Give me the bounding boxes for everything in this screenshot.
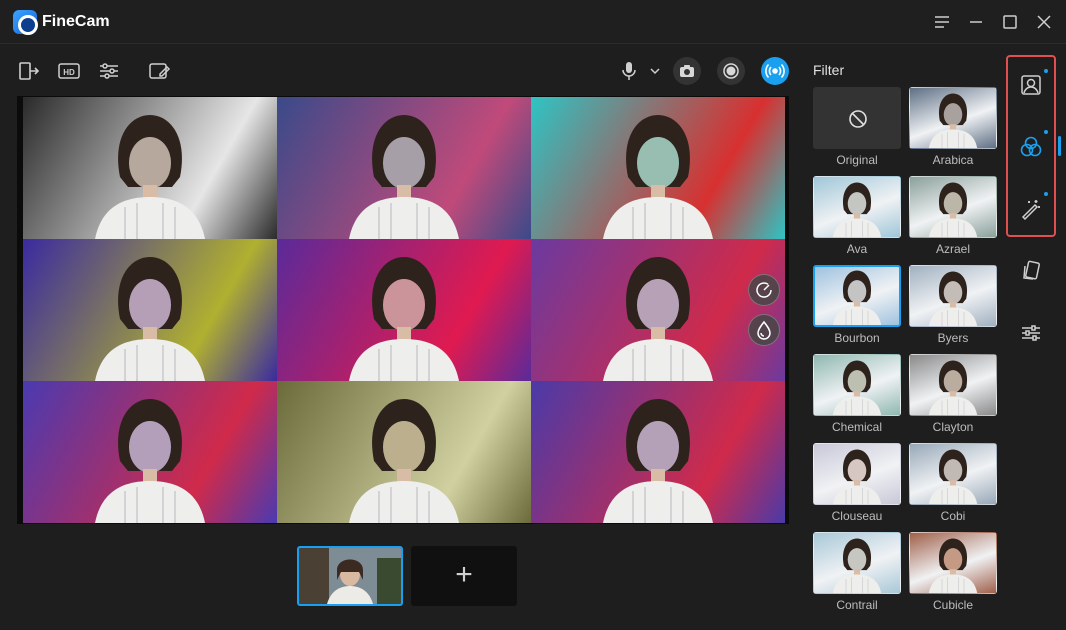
drop-icon[interactable] bbox=[748, 314, 780, 346]
filter-thumbnail bbox=[909, 443, 997, 505]
filter-item-cobi[interactable]: Cobi bbox=[909, 443, 999, 523]
filter-thumbnail bbox=[813, 87, 901, 149]
filter-thumbnail bbox=[909, 87, 997, 149]
scene-thumbnail[interactable] bbox=[297, 546, 403, 606]
filter-thumbnail bbox=[909, 265, 997, 327]
filter-label: Cobi bbox=[940, 509, 966, 523]
adjust-icon[interactable] bbox=[96, 58, 122, 84]
cards-icon[interactable] bbox=[1018, 258, 1044, 284]
filter-item-clayton[interactable]: Clayton bbox=[909, 354, 999, 434]
filter-item-bourbon[interactable]: Bourbon bbox=[813, 265, 903, 345]
record-icon[interactable] bbox=[717, 57, 745, 85]
filter-thumbnail bbox=[813, 532, 901, 594]
filter-preview-person bbox=[827, 446, 887, 504]
filter-icon[interactable] bbox=[1018, 134, 1044, 160]
filter-label: Arabica bbox=[932, 153, 974, 167]
person-image bbox=[85, 107, 215, 239]
preview-cell bbox=[277, 239, 531, 381]
chevron-down-icon[interactable] bbox=[642, 58, 660, 84]
preview-cell bbox=[531, 381, 785, 523]
hd-icon[interactable]: HD bbox=[56, 58, 82, 84]
filter-panel-title: Filter bbox=[813, 62, 845, 78]
filter-preview-person bbox=[923, 90, 983, 148]
filter-label: Clayton bbox=[932, 420, 974, 434]
person-image bbox=[593, 107, 723, 239]
filter-item-azrael[interactable]: Azrael bbox=[909, 176, 999, 256]
filter-item-byers[interactable]: Byers bbox=[909, 265, 999, 345]
filter-preview-person bbox=[827, 535, 887, 593]
exit-icon[interactable] bbox=[16, 58, 42, 84]
sliders-icon[interactable] bbox=[1018, 320, 1044, 346]
filter-thumbnail bbox=[813, 265, 901, 327]
maximize-button[interactable] bbox=[1000, 12, 1020, 32]
svg-text:HD: HD bbox=[63, 68, 75, 77]
filter-label: Original bbox=[836, 153, 878, 167]
menu-icon[interactable] bbox=[932, 12, 952, 32]
person-image bbox=[593, 391, 723, 523]
erase-icon[interactable] bbox=[146, 58, 172, 84]
filter-preview-person bbox=[827, 267, 887, 325]
magic-wand-icon[interactable] bbox=[1018, 196, 1044, 222]
person-image bbox=[85, 391, 215, 523]
person-image bbox=[85, 249, 215, 381]
title-bar: FineCam bbox=[0, 0, 1066, 44]
filter-preview-person bbox=[827, 357, 887, 415]
filter-thumbnail bbox=[909, 354, 997, 416]
active-tab-indicator bbox=[1058, 136, 1061, 156]
filter-thumbnail bbox=[813, 354, 901, 416]
filter-item-cubicle[interactable]: Cubicle bbox=[909, 532, 999, 612]
filter-preview-person bbox=[827, 179, 887, 237]
person-image bbox=[339, 249, 469, 381]
filter-item-original[interactable]: Original bbox=[813, 87, 903, 167]
person-image bbox=[339, 107, 469, 239]
wand-badge-dot bbox=[1044, 192, 1048, 196]
filter-thumbnail bbox=[909, 176, 997, 238]
preview-cell bbox=[23, 381, 277, 523]
finecam-logo bbox=[13, 10, 38, 35]
no-filter-icon bbox=[849, 110, 867, 128]
filter-preview-person bbox=[923, 446, 983, 504]
filter-thumbnail bbox=[909, 532, 997, 594]
filter-item-arabica[interactable]: Arabica bbox=[909, 87, 999, 167]
filter-label: Ava bbox=[846, 242, 868, 256]
filter-label: Clouseau bbox=[831, 509, 883, 523]
filter-badge-dot bbox=[1044, 130, 1048, 134]
filter-item-chemical[interactable]: Chemical bbox=[813, 354, 903, 434]
filter-item-clouseau[interactable]: Clouseau bbox=[813, 443, 903, 523]
filter-label: Contrail bbox=[836, 598, 878, 612]
filter-label: Bourbon bbox=[834, 331, 880, 345]
filter-label: Azrael bbox=[935, 242, 970, 256]
preview-cell bbox=[531, 239, 785, 381]
filter-preview-person bbox=[923, 535, 983, 593]
microphone-icon[interactable] bbox=[616, 58, 642, 84]
preview-cell bbox=[277, 381, 531, 523]
speed-icon[interactable] bbox=[748, 274, 780, 306]
preview-cell bbox=[23, 239, 277, 381]
camera-preview bbox=[17, 96, 789, 524]
filter-thumbnail bbox=[813, 443, 901, 505]
close-button[interactable] bbox=[1034, 12, 1054, 32]
live-icon[interactable] bbox=[761, 57, 789, 85]
filter-label: Cubicle bbox=[932, 598, 974, 612]
filter-preview-person bbox=[923, 268, 983, 326]
portrait-badge-dot bbox=[1044, 69, 1048, 73]
app-title: FineCam bbox=[42, 13, 110, 30]
filter-preview-person bbox=[923, 179, 983, 237]
filter-label: Byers bbox=[937, 331, 969, 345]
finecam-window: FineCam HD + Filter Original Arabica Ava… bbox=[0, 0, 1066, 630]
minimize-button[interactable] bbox=[966, 12, 986, 32]
portrait-icon[interactable] bbox=[1018, 72, 1044, 98]
camera-icon[interactable] bbox=[673, 57, 701, 85]
filter-item-contrail[interactable]: Contrail bbox=[813, 532, 903, 612]
preview-cell bbox=[531, 97, 785, 239]
person-image bbox=[339, 391, 469, 523]
filter-item-ava[interactable]: Ava bbox=[813, 176, 903, 256]
filter-label: Chemical bbox=[831, 420, 882, 434]
person-image bbox=[593, 249, 723, 381]
filter-preview-person bbox=[923, 357, 983, 415]
preview-cell bbox=[277, 97, 531, 239]
add-scene-button[interactable]: + bbox=[411, 546, 517, 606]
preview-cell bbox=[23, 97, 277, 239]
filter-thumbnail bbox=[813, 176, 901, 238]
